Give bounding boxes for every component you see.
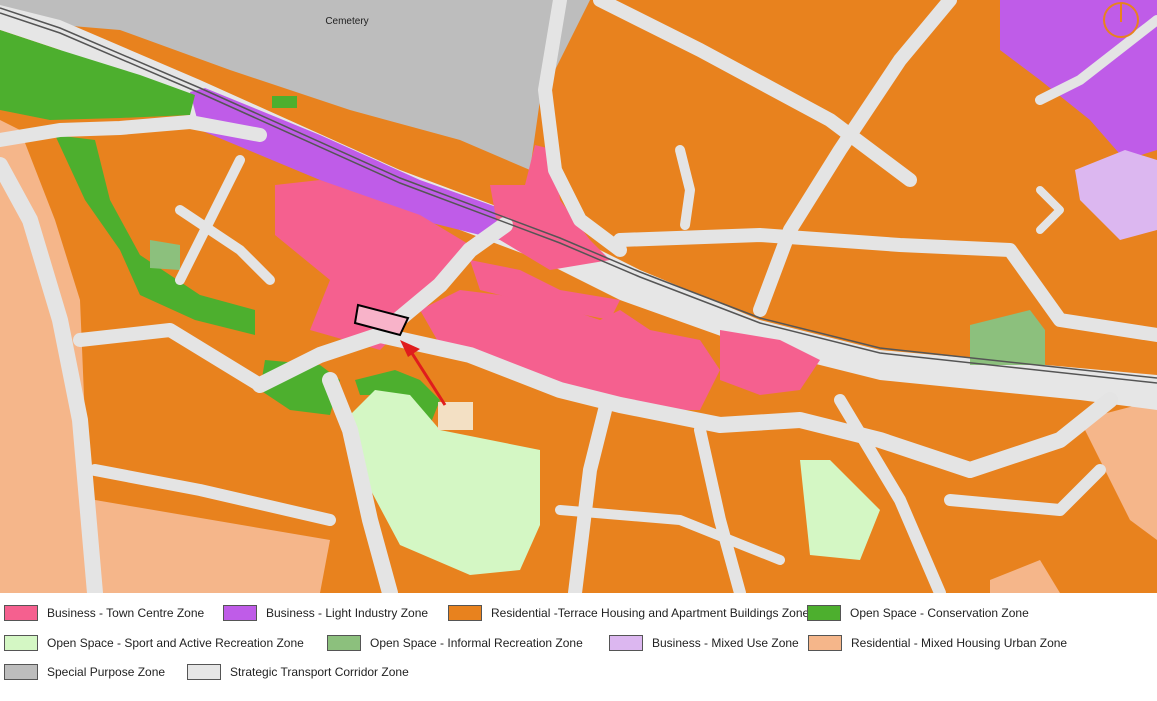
zoning-map[interactable]: Cemetery xyxy=(0,0,1157,593)
legend-swatch-business-mixed-use xyxy=(609,635,643,651)
legend-swatch-open-space-sport xyxy=(4,635,38,651)
legend-swatch-open-space-conservation xyxy=(807,605,841,621)
legend-label: Open Space - Conservation Zone xyxy=(850,606,1029,620)
legend-item-business-town-centre: Business - Town Centre Zone xyxy=(4,604,204,622)
legend-swatch-residential-terrace xyxy=(448,605,482,621)
legend-label: Strategic Transport Corridor Zone xyxy=(230,665,409,679)
legend-label: Open Space - Sport and Active Recreation… xyxy=(47,636,304,650)
legend-swatch-business-light-industry xyxy=(223,605,257,621)
legend-swatch-business-town-centre xyxy=(4,605,38,621)
legend-label: Residential - Mixed Housing Urban Zone xyxy=(851,636,1068,650)
legend-swatch-transport-corridor xyxy=(187,664,221,680)
legend-item-transport-corridor: Strategic Transport Corridor Zone xyxy=(187,663,409,681)
legend-item-business-light-industry: Business - Light Industry Zone xyxy=(223,604,428,622)
open-space-conservation-small xyxy=(272,96,297,108)
legend-label: Business - Mixed Use Zone xyxy=(652,636,799,650)
legend-swatch-open-space-informal xyxy=(327,635,361,651)
legend-label: Business - Town Centre Zone xyxy=(47,606,205,620)
legend-label: Open Space - Informal Recreation Zone xyxy=(370,636,583,650)
zoning-legend: Business - Town Centre Zone Business - L… xyxy=(0,596,1157,701)
open-space-informal-west xyxy=(150,240,180,270)
sport-facility-building xyxy=(438,402,473,430)
legend-item-residential-terrace: Residential -Terrace Housing and Apartme… xyxy=(448,604,809,622)
legend-item-business-mixed-use: Business - Mixed Use Zone xyxy=(609,634,799,652)
cemetery-label: Cemetery xyxy=(325,16,368,27)
legend-label: Special Purpose Zone xyxy=(47,665,166,679)
legend-item-open-space-sport: Open Space - Sport and Active Recreation… xyxy=(4,634,304,652)
legend-label: Residential -Terrace Housing and Apartme… xyxy=(491,606,810,620)
legend-item-open-space-informal: Open Space - Informal Recreation Zone xyxy=(327,634,583,652)
legend-swatch-residential-mixed-urban xyxy=(808,635,842,651)
legend-item-open-space-conservation: Open Space - Conservation Zone xyxy=(807,604,1029,622)
legend-label: Business - Light Industry Zone xyxy=(266,606,429,620)
legend-item-residential-mixed-urban: Residential - Mixed Housing Urban Zone xyxy=(808,634,1067,652)
legend-item-special-purpose: Special Purpose Zone xyxy=(4,663,165,681)
legend-swatch-special-purpose xyxy=(4,664,38,680)
